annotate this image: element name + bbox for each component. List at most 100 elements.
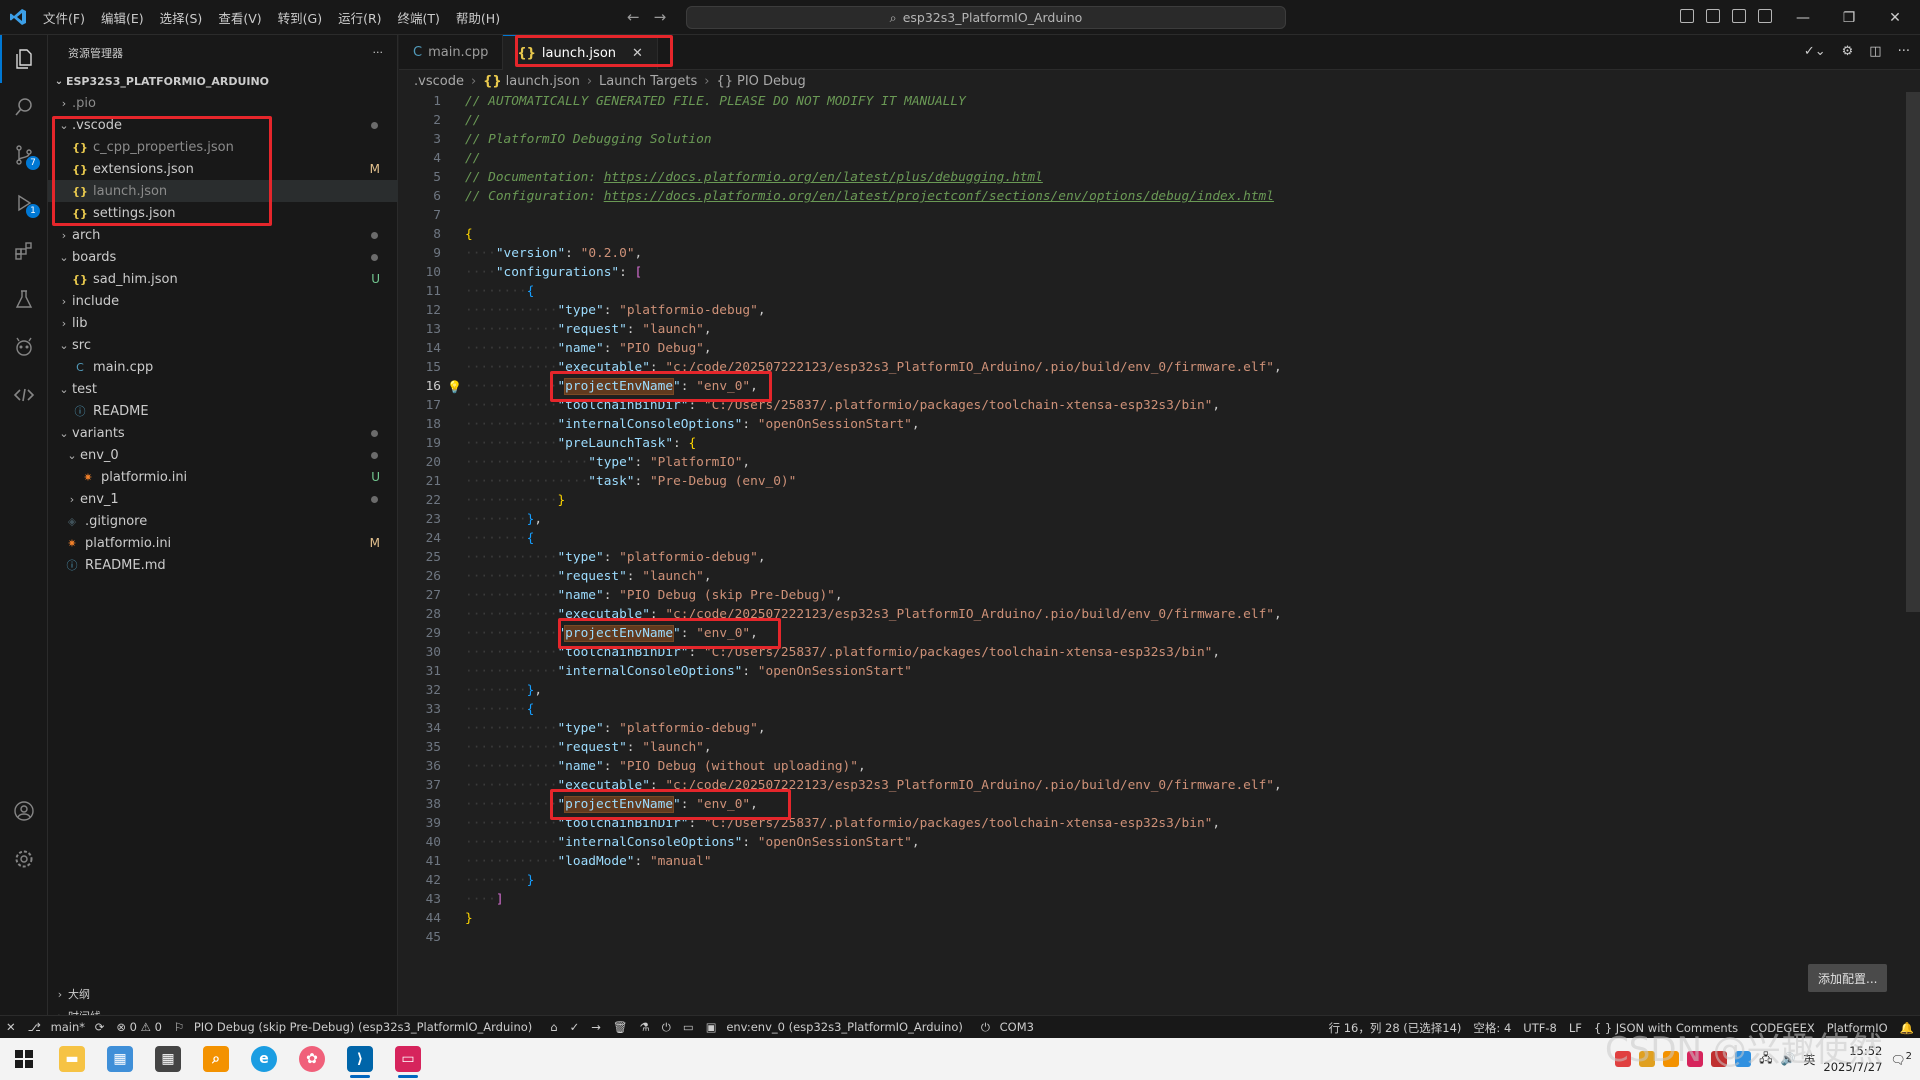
code-line[interactable]: 11 ········{	[399, 282, 1920, 301]
folder-item[interactable]: ⌄ .vscode	[48, 114, 398, 136]
code-line[interactable]: 42 ········}	[399, 871, 1920, 890]
code-line[interactable]: 32 ········},	[399, 681, 1920, 700]
notification-center-icon[interactable]: 🗨2	[1890, 1051, 1912, 1067]
code-line[interactable]: 26 ············"request": "launch",	[399, 567, 1920, 586]
folder-item[interactable]: ⌄ test	[48, 378, 398, 400]
remote-icon[interactable]: ✕	[0, 1020, 22, 1034]
code-line[interactable]: 23 ········},	[399, 510, 1920, 529]
explorer-icon[interactable]	[0, 35, 48, 83]
file-item[interactable]: ✷ platformio.ini M	[48, 532, 398, 554]
pio-monitor-icon[interactable]: ⏻	[656, 1020, 677, 1035]
file-item[interactable]: {} sad_him.json U	[48, 268, 398, 290]
folder-item[interactable]: ⌄ variants	[48, 422, 398, 444]
code-line[interactable]: 38 ············"projectEnvName": "env_0",	[399, 795, 1920, 814]
code-line[interactable]: 28 ············"executable": "c:/code/202…	[399, 605, 1920, 624]
code-line[interactable]: 27 ············"name": "PIO Debug (skip P…	[399, 586, 1920, 605]
close-tab-icon[interactable]: ✕	[632, 46, 643, 61]
file-item[interactable]: ◈ .gitignore	[48, 510, 398, 532]
code-line[interactable]: 43 ····]	[399, 890, 1920, 909]
taskbar-app-pink[interactable]: ✿	[288, 1038, 336, 1080]
add-configuration-button[interactable]: 添加配置...	[1808, 964, 1888, 992]
debug-config-status[interactable]: ⚐ PIO Debug (skip Pre-Debug) (esp32s3_Pl…	[168, 1020, 544, 1034]
testing-flask-icon[interactable]	[0, 275, 48, 323]
code-line[interactable]: 19 ············"preLaunchTask": {	[399, 434, 1920, 453]
code-line[interactable]: 36 ············"name": "PIO Debug (withou…	[399, 757, 1920, 776]
outline-section[interactable]: › 大纲	[48, 983, 398, 1005]
file-item[interactable]: {} c_cpp_properties.json	[48, 136, 398, 158]
debug-config-icon[interactable]: ⚙	[1842, 44, 1854, 59]
code-line[interactable]: 44}	[399, 909, 1920, 928]
editor-scrollbar[interactable]	[1906, 92, 1920, 978]
code-line[interactable]: 13 ············"request": "launch",	[399, 320, 1920, 339]
pio-terminal-icon[interactable]: ▭	[677, 1020, 700, 1034]
codegeex-icon[interactable]	[0, 371, 48, 419]
taskbar-file-explorer[interactable]: ▬	[48, 1038, 96, 1080]
pio-clean-icon[interactable]: 🗑	[607, 1020, 634, 1034]
code-line[interactable]: 3 // PlatformIO Debugging Solution	[399, 130, 1920, 149]
file-item[interactable]: {} settings.json	[48, 202, 398, 224]
code-line[interactable]: 29 ············"projectEnvName": "env_0",	[399, 624, 1920, 643]
code-line[interactable]: 18 ············"internalConsoleOptions": …	[399, 415, 1920, 434]
breadcrumb-item[interactable]: Launch Targets	[599, 74, 697, 89]
scrollbar-thumb[interactable]	[1906, 92, 1920, 612]
pio-home-icon[interactable]: ⌂	[544, 1020, 563, 1034]
command-center[interactable]: ⌕ esp32s3_PlatformIO_Arduino	[686, 6, 1286, 29]
breadcrumb-item[interactable]: .vscode	[414, 74, 464, 89]
folder-item[interactable]: ⌄ src	[48, 334, 398, 356]
restore-icon[interactable]: ❐	[1826, 0, 1872, 35]
code-line[interactable]: 21 ················"task": "Pre-Debug (en…	[399, 472, 1920, 491]
pio-upload-icon[interactable]: →	[585, 1020, 607, 1034]
code-line[interactable]: 24 ········{	[399, 529, 1920, 548]
encoding[interactable]: UTF-8	[1517, 1021, 1563, 1035]
branch-status[interactable]: ⎇ main* ⟳	[22, 1020, 111, 1034]
back-arrow-icon[interactable]: ←	[627, 8, 640, 26]
code-line[interactable]: 10 ····"configurations": [	[399, 263, 1920, 282]
account-icon[interactable]	[0, 787, 48, 835]
file-item[interactable]: ⓘ README.md	[48, 554, 398, 576]
code-line[interactable]: 4 //	[399, 149, 1920, 168]
project-root[interactable]: ⌄ ESP32S3_PLATFORMIO_ARDUINO	[48, 70, 397, 92]
start-button[interactable]	[0, 1038, 48, 1080]
env-status[interactable]: ▣ env:env_0 (esp32s3_PlatformIO_Arduino)	[700, 1020, 975, 1034]
code-line[interactable]: 15 ············"executable": "c:/code/202…	[399, 358, 1920, 377]
code-line[interactable]: 40 ············"internalConsoleOptions": …	[399, 833, 1920, 852]
close-window-icon[interactable]: ✕	[1872, 0, 1918, 35]
code-line[interactable]: 6 // Configuration: https://docs.platform…	[399, 187, 1920, 206]
menu-item[interactable]: 选择(S)	[152, 8, 211, 27]
pio-test-icon[interactable]: ⚗	[633, 1020, 655, 1034]
code-line[interactable]: 39 ············"toolchainBinDir": "C:/Use…	[399, 814, 1920, 833]
run-debug-icon[interactable]: 1	[0, 179, 48, 227]
file-item[interactable]: {} extensions.json M	[48, 158, 398, 180]
taskbar-calculator[interactable]: ▦	[144, 1038, 192, 1080]
code-line[interactable]: 1 // AUTOMATICALLY GENERATED FILE. PLEASE…	[399, 92, 1920, 111]
toggle-secondary-sidebar-icon[interactable]	[1758, 9, 1772, 23]
taskbar-vscode[interactable]: ⟩	[336, 1038, 384, 1080]
code-line[interactable]: 41 ············"loadMode": "manual"	[399, 852, 1920, 871]
code-line[interactable]: 5 // Documentation: https://docs.platform…	[399, 168, 1920, 187]
minimize-icon[interactable]: —	[1780, 0, 1826, 35]
cursor-position[interactable]: 行 16，列 28 (已选择14)	[1323, 1020, 1468, 1036]
indentation[interactable]: 空格: 4	[1467, 1020, 1517, 1036]
folder-item[interactable]: › lib	[48, 312, 398, 334]
menu-item[interactable]: 转到(G)	[270, 8, 330, 27]
code-line[interactable]: 7	[399, 206, 1920, 225]
taskbar-terminal-app[interactable]: ▭	[384, 1038, 432, 1080]
menu-item[interactable]: 运行(R)	[330, 8, 389, 27]
code-line[interactable]: 34 ············"type": "platformio-debug"…	[399, 719, 1920, 738]
tab-main-cpp[interactable]: C main.cpp	[399, 35, 504, 70]
menu-item[interactable]: 查看(V)	[210, 8, 269, 27]
menu-item[interactable]: 编辑(E)	[93, 8, 152, 27]
tab-launch-json[interactable]: {} launch.json ✕	[503, 35, 658, 70]
menu-item[interactable]: 帮助(H)	[448, 8, 508, 27]
code-line[interactable]: 14 ············"name": "PIO Debug",	[399, 339, 1920, 358]
toggle-sidebar-icon[interactable]	[1706, 9, 1720, 23]
code-line[interactable]: 31 ············"internalConsoleOptions": …	[399, 662, 1920, 681]
folder-item[interactable]: ⌄ env_0	[48, 444, 398, 466]
code-editor[interactable]: 1 // AUTOMATICALLY GENERATED FILE. PLEASE…	[399, 92, 1920, 978]
settings-gear-icon[interactable]	[0, 835, 48, 883]
file-item[interactable]: ✷ platformio.ini U	[48, 466, 398, 488]
problems-status[interactable]: ⊗ 0 ⚠ 0	[110, 1020, 168, 1034]
folder-item[interactable]: › .pio	[48, 92, 398, 114]
code-line[interactable]: 37 ············"executable": "c:/code/202…	[399, 776, 1920, 795]
pio-build-icon[interactable]: ✓	[564, 1020, 586, 1034]
